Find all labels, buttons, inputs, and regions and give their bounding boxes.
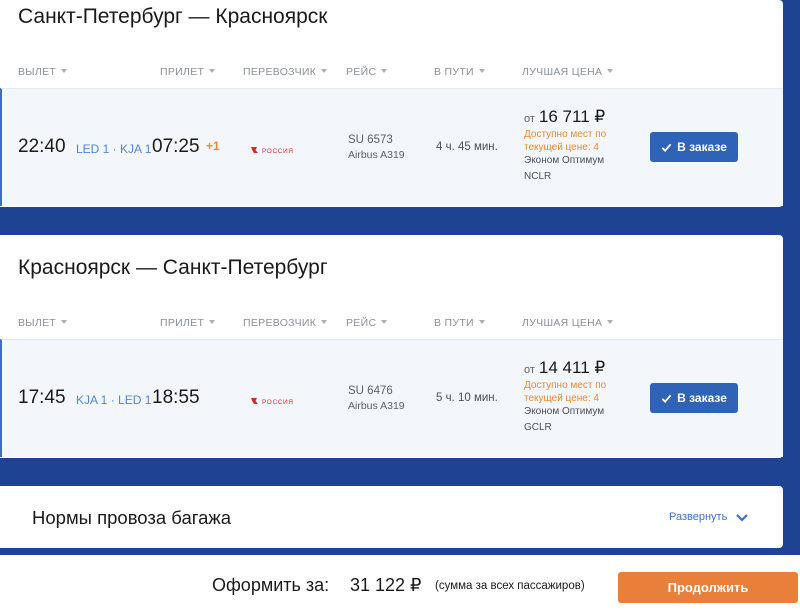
total-price: 31 122 ₽ (350, 575, 422, 595)
continue-label: Продолжить (667, 580, 749, 595)
depart-time: 17:45 (18, 387, 66, 408)
sort-caret-icon (381, 320, 388, 324)
sort-caret-icon (607, 320, 614, 324)
fare-name: Эконом Оптимум (524, 155, 605, 166)
price-prefix: от (524, 113, 535, 125)
in-order-label: В заказе (677, 391, 727, 405)
route-title: Красноярск — Санкт-Петербург (18, 256, 328, 279)
segment-card-outbound: Санкт-Петербург — Красноярск ВЫЛЕТ ПРИЛЕ… (0, 0, 783, 207)
aircraft-type: Airbus A319 (348, 149, 405, 161)
sort-caret-icon (607, 69, 614, 73)
arrive-time: 07:25 (152, 136, 200, 157)
carrier-logo-text: РОССИЯ (262, 399, 294, 406)
aeroflot-rossiya-logo: РОССИЯ (251, 398, 294, 406)
column-header-depart[interactable]: ВЫЛЕТ (18, 66, 68, 78)
in-order-button[interactable]: В заказе (650, 383, 738, 413)
fare-code: GCLR (524, 422, 552, 433)
in-order-button[interactable]: В заказе (650, 132, 738, 162)
sort-caret-icon (478, 69, 485, 73)
baggage-rules-title: Нормы провоза багажа (32, 507, 232, 528)
column-header-depart[interactable]: ВЫЛЕТ (18, 317, 68, 329)
sort-caret-icon (61, 320, 68, 324)
column-header-arrive[interactable]: ПРИЛЕТ (160, 66, 216, 78)
sort-caret-icon (478, 320, 485, 324)
continue-button[interactable]: Продолжить (618, 572, 798, 603)
fare-code: NCLR (524, 171, 552, 182)
column-header-carrier[interactable]: ПЕРЕВОЗЧИК (243, 317, 328, 329)
airports-link[interactable]: KJA 1 · LED 1 (76, 393, 151, 407)
checkout-label: Оформить за: (212, 575, 330, 595)
sort-caret-icon (381, 69, 388, 73)
price-value: 16 711 ₽ (538, 107, 606, 126)
sort-caret-icon (61, 69, 68, 73)
column-header-duration[interactable]: В ПУТИ (434, 66, 485, 78)
column-header-carrier[interactable]: ПЕРЕВОЗЧИК (243, 66, 328, 78)
flight-number: SU 6476 (348, 385, 393, 397)
expand-baggage-button[interactable]: Развернуть (669, 511, 749, 523)
seats-left-note: Доступно мест по текущей цене: 4 (524, 380, 607, 404)
flight-row[interactable]: 22:40 LED 1 · KJA 1 07:25 +1 РОССИЯ SU 6… (0, 88, 783, 206)
aircraft-type: Airbus A319 (348, 400, 405, 412)
sort-caret-icon (321, 320, 328, 324)
column-header-best-price[interactable]: ЛУЧШАЯ ЦЕНА (522, 317, 614, 329)
route-title: Санкт-Петербург — Красноярск (18, 5, 328, 28)
arrive-time: 18:55 (152, 387, 200, 408)
checkout-footer: Оформить за: 31 122 ₽ (сумма за всех пас… (0, 555, 800, 616)
flight-duration: 5 ч. 10 мин. (436, 392, 498, 404)
flight-duration: 4 ч. 45 мин. (436, 141, 498, 153)
best-price: от 14 411 ₽ (524, 358, 605, 378)
check-icon (661, 394, 672, 403)
check-icon (661, 143, 672, 152)
sort-caret-icon (321, 69, 328, 73)
expand-label: Развернуть (669, 511, 728, 523)
column-header-arrive[interactable]: ПРИЛЕТ (160, 317, 216, 329)
chevron-down-icon (736, 513, 749, 522)
column-header-best-price[interactable]: ЛУЧШАЯ ЦЕНА (522, 66, 614, 78)
segment-card-return: Красноярск — Санкт-Петербург ВЫЛЕТ ПРИЛЕ… (0, 235, 783, 458)
baggage-rules-panel: Нормы провоза багажа Развернуть (0, 486, 783, 548)
airports-link[interactable]: LED 1 · KJA 1 (76, 142, 151, 156)
column-header-flight[interactable]: РЕЙС (346, 66, 388, 78)
sort-caret-icon (209, 320, 216, 324)
column-header-flight[interactable]: РЕЙС (346, 317, 388, 329)
fare-name: Эконом Оптимум (524, 406, 605, 417)
price-value: 14 411 ₽ (538, 358, 606, 377)
flight-row[interactable]: 17:45 KJA 1 · LED 1 18:55 РОССИЯ SU 6476… (0, 339, 783, 457)
seats-left-note: Доступно мест по текущей цене: 4 (524, 129, 607, 153)
best-price: от 16 711 ₽ (524, 107, 605, 127)
depart-time: 22:40 (18, 136, 66, 157)
aeroflot-rossiya-logo: РОССИЯ (251, 147, 294, 155)
sort-caret-icon (209, 69, 216, 73)
carrier-logo-text: РОССИЯ (262, 148, 294, 155)
total-note: (сумма за всех пассажиров) (435, 580, 585, 592)
in-order-label: В заказе (677, 140, 727, 154)
flight-number: SU 6573 (348, 134, 393, 146)
column-header-duration[interactable]: В ПУТИ (434, 317, 485, 329)
day-offset: +1 (206, 139, 220, 153)
price-prefix: от (524, 364, 535, 376)
